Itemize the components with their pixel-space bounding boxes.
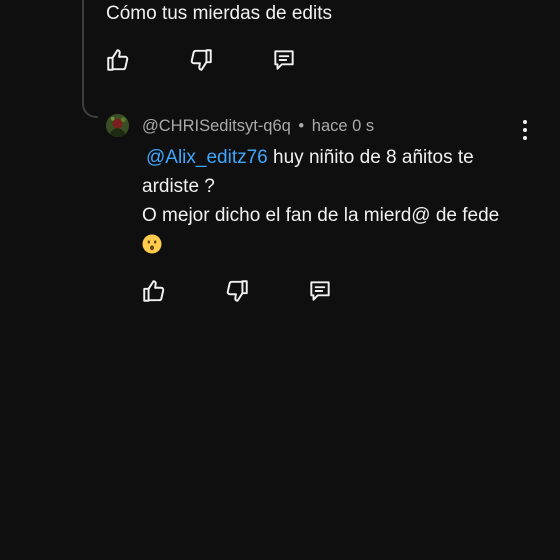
thread-line	[82, 0, 84, 102]
reply-button[interactable]	[270, 46, 298, 74]
more-vert-icon	[523, 120, 527, 124]
more-options-button[interactable]	[518, 118, 532, 142]
reply-comment-icon	[310, 281, 330, 301]
parent-comment-actions	[104, 46, 353, 74]
hushed-face-emoji	[142, 234, 162, 254]
thread-connector	[82, 96, 98, 118]
dislike-button[interactable]	[223, 277, 251, 305]
thumbs-down-icon	[190, 49, 212, 71]
parent-comment-text: Cómo tus mierdas de edits	[106, 3, 332, 24]
more-vert-icon-dot	[523, 136, 527, 140]
thumbs-down-icon	[226, 280, 248, 302]
avatar[interactable]	[106, 114, 129, 137]
reply-comment-actions	[140, 277, 389, 305]
like-button[interactable]	[140, 277, 168, 305]
author-name[interactable]: @CHRISeditsyt-q6q	[142, 117, 291, 135]
reply-comment-header: @CHRISeditsyt-q6q • hace 0 s	[142, 115, 374, 137]
more-vert-icon-dot	[523, 128, 527, 132]
reply-comment-icon	[274, 50, 294, 70]
mention-link[interactable]: @Alix_editz76	[146, 147, 268, 168]
reply-button[interactable]	[306, 277, 334, 305]
thumbs-up-icon	[107, 49, 129, 71]
timestamp[interactable]: hace 0 s	[312, 117, 374, 135]
like-button[interactable]	[104, 46, 132, 74]
dislike-button[interactable]	[187, 46, 215, 74]
thumbs-up-icon	[143, 280, 165, 302]
separator: •	[298, 117, 305, 135]
reply-comment-body: @Alix_editz76 huy niñito de 8 añitos te …	[142, 143, 532, 260]
avatar-image	[106, 114, 129, 137]
reply-text-line2: O mejor dicho el fan de la mierd@ de fed…	[142, 205, 500, 226]
